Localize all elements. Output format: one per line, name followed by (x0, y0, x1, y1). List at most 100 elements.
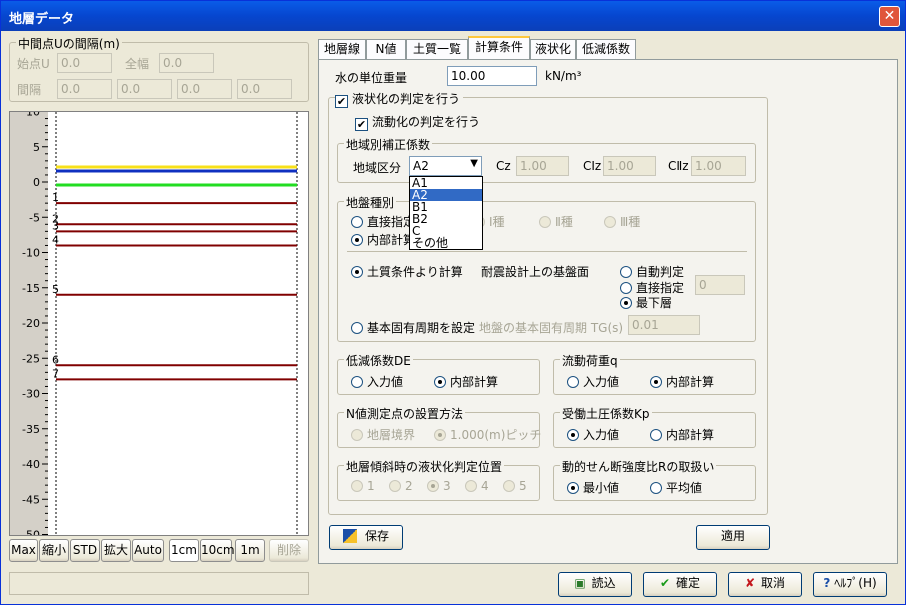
std-button[interactable]: STD (70, 539, 100, 562)
kp-internal-radio[interactable]: 内部計算 (650, 426, 714, 443)
region-select[interactable]: A2 ▼ (409, 156, 482, 176)
interval-field-1[interactable]: 0.0 (57, 79, 112, 99)
radio-icon (620, 266, 632, 278)
region-label: 地域区分 (353, 161, 402, 175)
radio-icon (351, 322, 363, 334)
zoom-in-button[interactable]: 拡大 (101, 539, 131, 562)
r-group-title: 動的せん断強度比Rの取扱い (560, 458, 717, 475)
radio-icon (389, 480, 401, 492)
tilt-5-radio[interactable]: 5 (503, 479, 527, 493)
de-input-radio[interactable]: 入力値 (351, 373, 403, 390)
n-pitch-radio[interactable]: 1.000(m)ピッチ (434, 426, 541, 443)
scale-1cm-button[interactable]: 1cm (169, 539, 199, 562)
ground-direct-radio[interactable]: 直接指定 (351, 213, 415, 230)
period-radio-label: 基本固有周期を設定 (367, 321, 476, 335)
dropdown-option[interactable]: その他 (410, 237, 482, 249)
tilt-1-radio[interactable]: 1 (351, 479, 375, 493)
ok-button-label: 確定 (676, 576, 701, 590)
radio-icon (650, 429, 662, 441)
help-button[interactable]: ? ﾍﾙﾌﾟ(H) (813, 572, 887, 597)
interval-field-3[interactable]: 0.0 (177, 79, 232, 99)
strata-label: 4 (52, 233, 59, 246)
cancel-x-icon: ✘ (744, 576, 756, 590)
r-min-radio[interactable]: 最小値 (567, 479, 619, 496)
strata-label: 5 (52, 283, 59, 296)
region-dropdown-list[interactable]: A1 A2 B1 B2 C その他 (409, 176, 483, 250)
tilt-3-radio[interactable]: 3 (427, 479, 451, 493)
start-field[interactable]: 0.0 (57, 53, 112, 73)
tab-calc-conditions[interactable]: 計算条件 (468, 36, 530, 60)
tab-soil-list[interactable]: 土質一覧 (406, 39, 468, 59)
zoom-out-button[interactable]: 縮小 (39, 539, 69, 562)
interval-group-title: 中間点Uの間隔(m) (16, 35, 122, 52)
period-radio[interactable]: 基本固有周期を設定 (351, 319, 475, 336)
n-boundary-radio[interactable]: 地層境界 (351, 426, 415, 443)
kp-input-radio[interactable]: 入力値 (567, 426, 619, 443)
help-question-icon: ? (823, 576, 831, 590)
interval-field-2[interactable]: 0.0 (117, 79, 172, 99)
profile-canvas[interactable]: 10 5 0 -5 -10 -15 -20 -25 -30 -35 -40 -45 -50 1 2 3 4 5 6 7 (9, 111, 309, 536)
tab-reduction-coef[interactable]: 低減係数 (576, 39, 636, 59)
kp-group-title: 受働土圧係数Kp (560, 405, 652, 422)
ruler-tick-label: -30 (22, 388, 40, 401)
strata-label: 7 (52, 367, 59, 380)
ruler-tick-label: -50 (22, 529, 40, 537)
save-button[interactable]: 保存 (329, 525, 403, 550)
de-internal-radio[interactable]: 内部計算 (434, 373, 498, 390)
q-group-title: 流動荷重q (560, 352, 620, 369)
c2z-field[interactable]: 1.00 (691, 156, 746, 176)
soil-calc-radio[interactable]: 土質条件より計算 (351, 263, 463, 280)
liquefaction-checkbox-label: 液状化の判定を行う (352, 92, 461, 106)
cancel-button-label: 取消 (761, 576, 786, 590)
cancel-button[interactable]: ✘ 取消 (728, 572, 802, 597)
scale-1m-button[interactable]: 1m (235, 539, 265, 562)
dropdown-option[interactable]: B2 (410, 213, 482, 225)
c1z-field[interactable]: 1.00 (603, 156, 656, 176)
strata-label: 6 (52, 353, 59, 366)
ground-internal-radio[interactable]: 内部計算 (351, 231, 415, 248)
flow-checkbox[interactable]: ✔ 流動化の判定を行う (355, 113, 480, 131)
delete-button[interactable]: 削除 (269, 539, 309, 562)
radio-icon (567, 429, 579, 441)
interval-field-4[interactable]: 0.0 (237, 79, 292, 99)
ok-button[interactable]: ✔ 確定 (643, 572, 717, 597)
r-avg-label: 平均値 (666, 481, 703, 495)
scale-10cm-button[interactable]: 10cm (200, 539, 235, 562)
ground-type-2-radio[interactable]: Ⅱ種 (539, 213, 573, 230)
max-button[interactable]: Max (9, 539, 38, 562)
auto-button[interactable]: Auto (132, 539, 164, 562)
apply-button[interactable]: 適用 (696, 525, 770, 550)
base-bottom-radio[interactable]: 最下層 (620, 294, 672, 311)
base-auto-label: 自動判定 (636, 265, 685, 279)
ground-type-3-radio[interactable]: Ⅲ種 (604, 213, 640, 230)
base-auto-radio[interactable]: 自動判定 (620, 263, 684, 280)
tab-liquefaction[interactable]: 液状化 (530, 39, 576, 59)
radio-icon (434, 376, 446, 388)
r-avg-radio[interactable]: 平均値 (650, 479, 702, 496)
n-pitch-label: 1.000(m)ピッチ (450, 428, 542, 442)
strata-label: 3 (52, 219, 59, 232)
tilt-4-radio[interactable]: 4 (465, 479, 489, 493)
tab-n-value[interactable]: N値 (366, 39, 406, 59)
unit-weight-label: 水の単位重量 (335, 71, 408, 85)
q-input-radio[interactable]: 入力値 (567, 373, 619, 390)
width-field[interactable]: 0.0 (159, 53, 214, 73)
cz-field[interactable]: 1.00 (516, 156, 569, 176)
liquefaction-checkbox[interactable]: ✔ 液状化の判定を行う (335, 90, 464, 108)
tilt-2-radio[interactable]: 2 (389, 479, 413, 493)
q-internal-radio[interactable]: 内部計算 (650, 373, 714, 390)
radio-icon (351, 266, 363, 278)
n-group-title: N値測定点の設置方法 (344, 405, 465, 422)
ground-group-title: 地盤種別 (344, 194, 397, 211)
period-field[interactable]: 0.01 (628, 315, 700, 335)
radio-icon (620, 282, 632, 294)
unit-weight-field[interactable]: 10.00 (447, 66, 537, 86)
c1z-label: CⅠz (583, 159, 602, 173)
radio-icon (351, 480, 363, 492)
start-label: 始点U (17, 57, 50, 71)
read-button[interactable]: ▣ 読込 (558, 572, 632, 597)
radio-icon (427, 480, 439, 492)
base-direct-field[interactable]: 0 (695, 275, 745, 295)
tab-strata-lines[interactable]: 地層線 (318, 39, 366, 59)
close-button[interactable]: ✕ (879, 6, 900, 27)
